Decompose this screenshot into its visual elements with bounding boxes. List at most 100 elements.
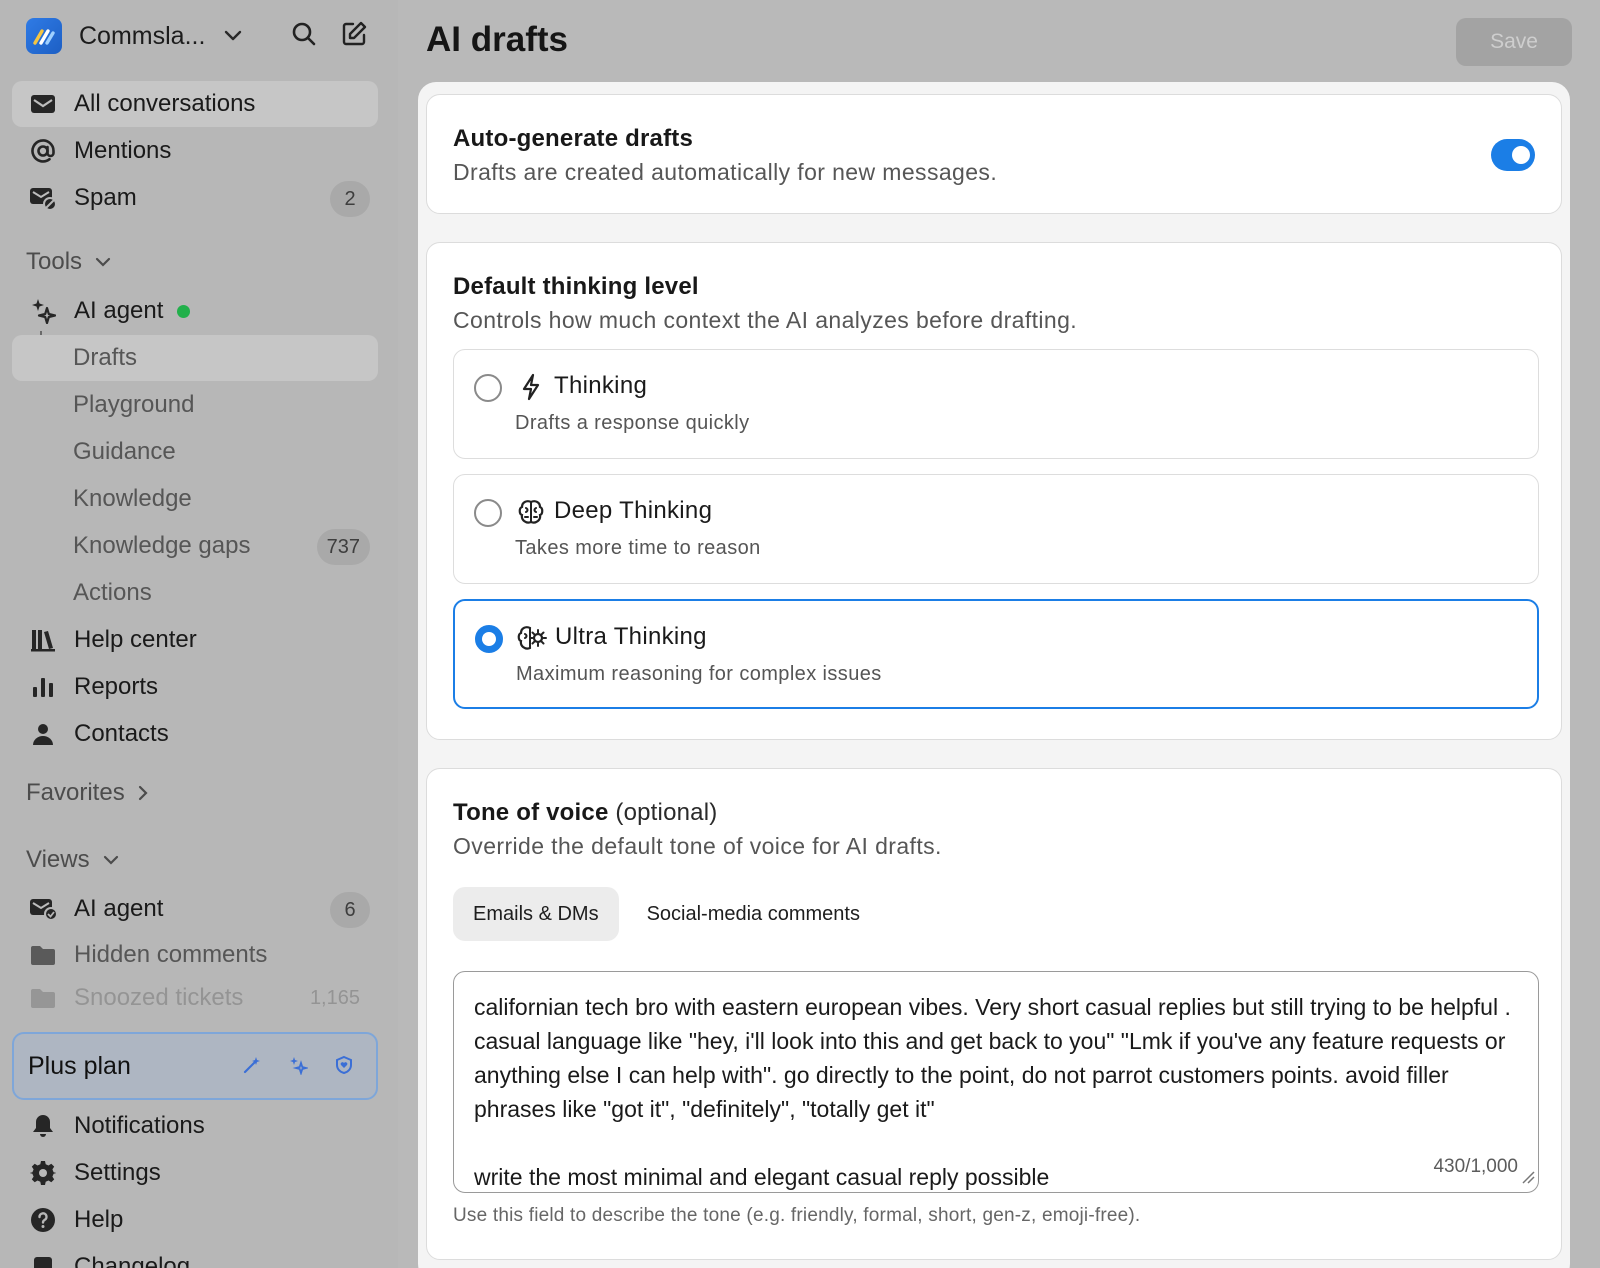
count-badge: 737: [316, 529, 370, 565]
bolt-icon: [516, 372, 546, 402]
chevron-down-icon: [223, 29, 243, 43]
option-title: Deep Thinking: [554, 497, 713, 524]
tone-textarea[interactable]: californian tech bro with eastern europe…: [453, 971, 1539, 1193]
auto-generate-toggle[interactable]: [1491, 139, 1535, 171]
count-text: 1,165: [309, 986, 360, 1009]
nav-label: Settings: [74, 1159, 161, 1186]
sidebar: Commsla... All conversations Mentions Sp…: [0, 0, 398, 1268]
nav-mentions[interactable]: Mentions: [12, 128, 378, 174]
optional-label: (optional): [615, 799, 718, 826]
sparkle-icon: [288, 1055, 308, 1075]
view-ai-agent[interactable]: AI agent 6: [12, 886, 378, 932]
tone-of-voice-card: Tone of voice (optional) Override the de…: [426, 768, 1562, 1260]
nav-label: Actions: [73, 579, 152, 606]
nav-help[interactable]: Help: [12, 1197, 378, 1243]
nav-notifications[interactable]: Notifications: [12, 1103, 378, 1149]
nav-reports[interactable]: Reports: [12, 664, 378, 710]
tools-section-toggle[interactable]: Tools: [26, 248, 112, 276]
radio-thinking[interactable]: [474, 374, 502, 402]
plan-label: Plus plan: [28, 1051, 131, 1080]
online-status-dot: [177, 304, 191, 318]
help-icon: [29, 1206, 57, 1234]
auto-generate-description: Drafts are created automatically for new…: [453, 159, 998, 185]
brain-gear-icon: [517, 623, 547, 653]
nav-label: Drafts: [73, 344, 138, 371]
favorites-section-toggle[interactable]: Favorites: [26, 779, 149, 807]
search-icon[interactable]: [290, 20, 318, 48]
plan-banner[interactable]: Plus plan: [12, 1032, 378, 1100]
folder-icon: [29, 984, 57, 1012]
save-button[interactable]: Save: [1456, 18, 1572, 66]
section-label: Tools: [26, 248, 83, 275]
nav-label: AI agent: [74, 895, 164, 922]
views-section-toggle[interactable]: Views: [26, 846, 120, 874]
spam-icon: [29, 184, 57, 212]
nav-settings[interactable]: Settings: [12, 1150, 378, 1196]
magic-wand-icon: [242, 1055, 262, 1075]
tone-tabs: Emails & DMs Social-media comments: [453, 887, 880, 941]
radio-deep-thinking[interactable]: [474, 499, 502, 527]
nav-knowledge-gaps[interactable]: Knowledge gaps 737: [12, 523, 378, 569]
toggle-knob: [1512, 146, 1530, 164]
nav-help-center[interactable]: Help center: [12, 617, 378, 663]
option-title: Thinking: [554, 372, 648, 399]
nav-drafts[interactable]: Drafts: [12, 335, 378, 381]
person-icon: [29, 720, 57, 748]
view-hidden-comments[interactable]: Hidden comments: [12, 932, 378, 978]
changelog-icon: [29, 1253, 57, 1268]
nav-label: Notifications: [74, 1112, 205, 1139]
nav-contacts[interactable]: Contacts: [12, 711, 378, 757]
count-badge: 6: [330, 892, 370, 928]
radio-ultra-thinking[interactable]: [475, 625, 503, 653]
brain-icon: [516, 497, 546, 527]
shield-heart-icon: [334, 1055, 354, 1075]
nav-label: Knowledge: [73, 485, 192, 512]
nav-label: Snoozed tickets: [74, 984, 244, 1011]
auto-generate-title: Auto-generate drafts: [453, 125, 694, 152]
nav-actions[interactable]: Actions: [12, 570, 378, 616]
sparkle-icon: [29, 297, 57, 325]
option-subtitle: Takes more time to reason: [515, 537, 761, 559]
bar-chart-icon: [29, 673, 57, 701]
gear-icon: [29, 1159, 57, 1187]
thinking-level-description: Controls how much context the AI analyze…: [453, 307, 1078, 333]
tab-social-media-comments[interactable]: Social-media comments: [627, 887, 880, 941]
nav-changelog[interactable]: Changelog: [12, 1244, 378, 1268]
nav-label: Mentions: [74, 137, 172, 164]
option-deep-thinking[interactable]: Deep Thinking Takes more time to reason: [453, 474, 1539, 584]
character-counter: 430/1,000: [1427, 1156, 1518, 1178]
inbox-user-icon: [29, 895, 57, 923]
option-thinking[interactable]: Thinking Drafts a response quickly: [453, 349, 1539, 459]
tone-title-text: Tone of voice: [453, 799, 609, 826]
nav-label: Guidance: [73, 438, 176, 465]
main-content: AI drafts Save Auto-generate drafts Draf…: [398, 0, 1600, 1268]
nav-label: Playground: [73, 391, 195, 418]
nav-label: Help center: [74, 626, 197, 653]
folder-icon: [29, 941, 57, 969]
option-ultra-thinking[interactable]: Ultra Thinking Maximum reasoning for com…: [453, 599, 1539, 709]
compose-icon[interactable]: [340, 20, 368, 48]
tone-description: Override the default tone of voice for A…: [453, 833, 942, 859]
nav-label: Knowledge gaps: [73, 532, 251, 559]
tab-emails-dms[interactable]: Emails & DMs: [453, 887, 619, 941]
nav-spam[interactable]: Spam 2: [12, 175, 378, 221]
section-label: Views: [26, 846, 90, 873]
nav-label: All conversations: [74, 90, 256, 117]
chevron-right-icon: [137, 784, 149, 802]
nav-label: Help: [74, 1206, 124, 1233]
tone-textarea-value[interactable]: californian tech bro with eastern europe…: [474, 990, 1514, 1192]
nav-playground[interactable]: Playground: [12, 382, 378, 428]
thinking-level-card: Default thinking level Controls how much…: [426, 242, 1562, 740]
nav-knowledge[interactable]: Knowledge: [12, 476, 378, 522]
option-title: Ultra Thinking: [555, 623, 707, 650]
workspace-switcher[interactable]: Commsla...: [26, 16, 243, 56]
nav-ai-agent[interactable]: AI agent: [12, 288, 378, 334]
view-snoozed-tickets[interactable]: Snoozed tickets 1,165: [12, 978, 378, 1018]
nav-guidance[interactable]: Guidance: [12, 429, 378, 475]
workspace-logo-icon: [26, 18, 62, 54]
nav-all-conversations[interactable]: All conversations: [12, 81, 378, 127]
resize-handle-icon[interactable]: [1521, 1170, 1535, 1189]
nav-label: Reports: [74, 673, 159, 700]
nav-label: Changelog: [74, 1253, 191, 1268]
nav-label: Hidden comments: [74, 941, 268, 968]
